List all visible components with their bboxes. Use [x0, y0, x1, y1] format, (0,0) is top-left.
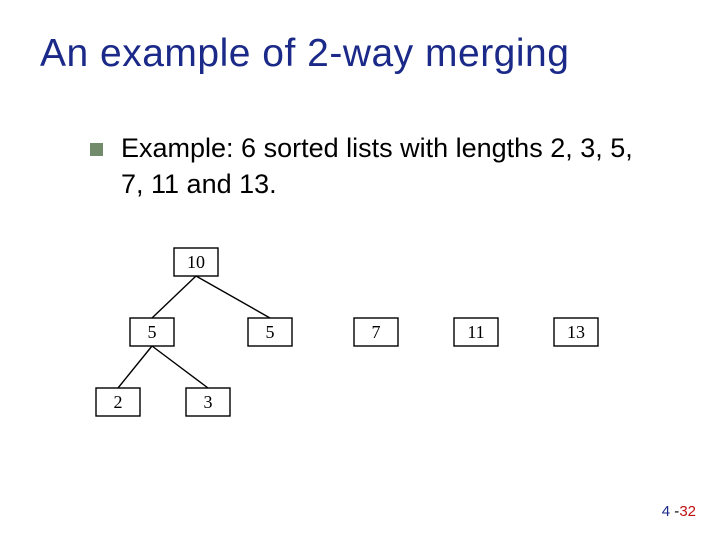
tree-node: 2	[96, 388, 140, 416]
tree-edge	[196, 276, 270, 318]
tree-node: 5	[130, 318, 174, 346]
tree-node-value: 11	[467, 322, 484, 342]
bullet-text: Example: 6 sorted lists with lengths 2, …	[121, 130, 660, 203]
tree-node: 3	[186, 388, 230, 416]
tree-edge	[118, 346, 152, 388]
tree-edge	[152, 276, 196, 318]
square-bullet-icon	[90, 143, 103, 156]
tree-node-value: 5	[266, 322, 275, 342]
tree-node: 11	[454, 318, 498, 346]
tree-node-value: 2	[114, 392, 123, 412]
bullet-item: Example: 6 sorted lists with lengths 2, …	[90, 130, 660, 203]
tree-node-value: 5	[148, 322, 157, 342]
page-dash: -	[670, 503, 679, 520]
slide: An example of 2-way merging Example: 6 s…	[0, 0, 720, 540]
tree-node: 13	[554, 318, 598, 346]
tree-node-value: 7	[372, 322, 381, 342]
page-number: 4 -32	[662, 503, 696, 520]
tree-node-value: 3	[204, 392, 213, 412]
tree-node: 5	[248, 318, 292, 346]
chapter-number: 4	[662, 503, 670, 520]
slide-number: 32	[679, 503, 696, 520]
tree-node-value: 13	[567, 322, 585, 342]
tree-edge	[152, 346, 208, 388]
tree-node-value: 10	[187, 252, 205, 272]
merge-tree-diagram: 10 5 5 7 11 13 2 3	[80, 232, 640, 432]
slide-title: An example of 2-way merging	[40, 32, 569, 76]
tree-node: 10	[174, 248, 218, 276]
tree-node: 7	[354, 318, 398, 346]
